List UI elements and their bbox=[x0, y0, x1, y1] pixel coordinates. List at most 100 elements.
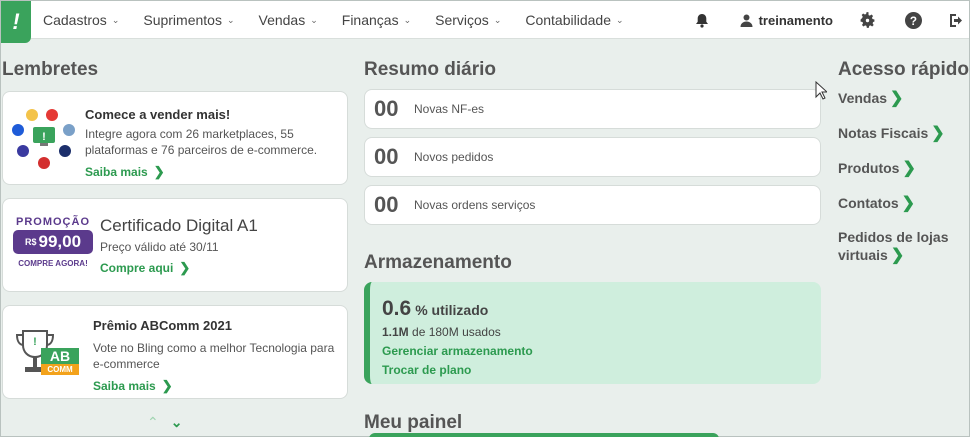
reminder-card-marketplaces: ! Comece a vender mais! Integre agora co… bbox=[2, 91, 348, 185]
chevron-down-icon: ⌄ bbox=[403, 14, 412, 25]
quick-link-produtos[interactable]: Produtos ❯ bbox=[838, 158, 916, 178]
summary-service-orders[interactable]: 00 Novas ordens serviços bbox=[364, 185, 821, 225]
storage-title: Armazenamento bbox=[364, 252, 512, 273]
user-icon bbox=[740, 14, 753, 27]
reminder-text: Vote no Bling como a melhor Tecnologia p… bbox=[93, 341, 335, 371]
manage-storage-link[interactable]: Gerenciar armazenamento bbox=[382, 344, 533, 358]
learn-more-link[interactable]: Saiba mais ❯ bbox=[85, 164, 165, 180]
abcomm-logo: ! AB COMM bbox=[15, 328, 81, 384]
my-panel-bar bbox=[369, 433, 719, 437]
chevron-down-icon: ⌄ bbox=[226, 14, 235, 25]
menu-label: Vendas bbox=[258, 12, 306, 28]
gear-icon[interactable] bbox=[857, 10, 877, 30]
summary-count: 00 bbox=[374, 144, 399, 169]
reminder-card-certificate: PROMOÇÃO R$ 99,00 COMPRE AGORA! Certific… bbox=[2, 198, 348, 292]
main-menu: Cadastros ⌄ Suprimentos ⌄ Vendas ⌄ Finanças… bbox=[43, 12, 624, 28]
link-label: Compre aqui bbox=[100, 261, 174, 275]
quick-link-label: Notas Fiscais bbox=[838, 125, 929, 141]
promo-price: 99,00 bbox=[38, 232, 82, 251]
summary-label: Novos pedidos bbox=[414, 150, 494, 164]
chevron-right-icon: ❯ bbox=[931, 125, 945, 142]
abcomm-ab: AB bbox=[41, 348, 79, 364]
reminder-title: Certificado Digital A1 bbox=[100, 216, 258, 235]
quick-link-label: Produtos bbox=[838, 160, 900, 176]
user-menu[interactable]: treinamento bbox=[740, 13, 833, 28]
summary-label: Novas NF-es bbox=[414, 102, 485, 116]
menu-label: Serviços bbox=[435, 12, 489, 28]
quick-link-pedidos-lojas-virtuais[interactable]: Pedidos de lojas virtuais ❯ bbox=[838, 228, 963, 265]
promo-badge: PROMOÇÃO R$ 99,00 COMPRE AGORA! bbox=[13, 216, 93, 268]
summary-count: 00 bbox=[374, 96, 399, 121]
reminders-title: Lembretes bbox=[2, 59, 99, 80]
change-plan-link[interactable]: Trocar de plano bbox=[382, 363, 471, 377]
reminder-card-award: ! AB COMM Prêmio ABComm 2021 Vote no Bli… bbox=[2, 305, 348, 399]
menu-label: Contabilidade bbox=[525, 12, 611, 28]
chevron-down-icon: ⌄ bbox=[615, 14, 624, 25]
summary-count: 00 bbox=[374, 192, 399, 217]
summary-nfes[interactable]: 00 Novas NF-es bbox=[364, 89, 821, 129]
chevron-down-icon: ⌄ bbox=[493, 14, 502, 25]
menu-label: Cadastros bbox=[43, 12, 107, 28]
menu-vendas[interactable]: Vendas ⌄ bbox=[259, 12, 318, 28]
menu-label: Suprimentos bbox=[143, 12, 222, 28]
reminder-title: Comece a vender mais! bbox=[85, 107, 231, 122]
reminder-text: Preço válido até 30/11 bbox=[100, 240, 219, 254]
quick-link-label: Vendas bbox=[838, 90, 888, 106]
chevron-right-icon: ❯ bbox=[902, 160, 916, 177]
chevron-right-icon: ❯ bbox=[890, 90, 904, 107]
menu-servicos[interactable]: Serviços ⌄ bbox=[435, 12, 501, 28]
logo-mark: ! bbox=[12, 9, 20, 34]
chevron-down-icon[interactable]: ⌄ bbox=[171, 414, 183, 431]
chevron-right-icon: ❯ bbox=[890, 247, 905, 264]
storage-percent: 0.6 bbox=[382, 297, 412, 320]
menu-financas[interactable]: Finanças ⌄ bbox=[342, 12, 411, 28]
chevron-right-icon: ❯ bbox=[901, 195, 916, 212]
summary-orders[interactable]: 00 Novos pedidos bbox=[364, 137, 821, 177]
chevron-down-icon: ⌄ bbox=[310, 14, 318, 25]
reminders-pager: ⌃ ⌄ bbox=[147, 414, 182, 431]
learn-more-link[interactable]: Saiba mais ❯ bbox=[93, 378, 173, 394]
chevron-right-icon: ❯ bbox=[161, 378, 173, 393]
bell-icon[interactable] bbox=[692, 10, 712, 30]
quick-access-title: Acesso rápido bbox=[838, 59, 969, 80]
storage-used-suffix: de 180M usados bbox=[412, 325, 501, 339]
reminder-text: Integre agora com 26 marketplaces, 55 pl… bbox=[85, 127, 318, 157]
promo-cta: COMPRE AGORA! bbox=[18, 259, 88, 268]
buy-here-link[interactable]: Compre aqui ❯ bbox=[100, 260, 190, 276]
quick-link-contatos[interactable]: Contatos ❯ bbox=[838, 193, 915, 213]
link-label: Saiba mais bbox=[85, 165, 148, 179]
username: treinamento bbox=[758, 12, 833, 28]
app-logo[interactable]: ! bbox=[1, 1, 31, 43]
quick-link-label: Contatos bbox=[838, 195, 899, 211]
abcomm-comm: COMM bbox=[41, 364, 79, 375]
promo-currency: R$ bbox=[24, 237, 37, 247]
menu-cadastros[interactable]: Cadastros ⌄ bbox=[43, 12, 119, 28]
top-navigation-bar: ! Cadastros ⌄ Suprimentos ⌄ Vendas ⌄ Finanç… bbox=[1, 1, 969, 43]
menu-contabilidade[interactable]: Contabilidade ⌄ bbox=[525, 12, 623, 28]
mouse-cursor-icon bbox=[815, 81, 827, 100]
storage-used: 1.1M bbox=[382, 325, 409, 339]
chevron-right-icon: ❯ bbox=[179, 260, 191, 275]
quick-link-notas-fiscais[interactable]: Notas Fiscais ❯ bbox=[838, 123, 945, 143]
chevron-up-icon[interactable]: ⌃ bbox=[147, 414, 159, 431]
top-right-actions: treinamento ? bbox=[692, 10, 969, 30]
quick-link-vendas[interactable]: Vendas ❯ bbox=[838, 88, 903, 108]
daily-summary-title: Resumo diário bbox=[364, 59, 496, 80]
logout-icon[interactable] bbox=[947, 10, 967, 30]
chevron-right-icon: ❯ bbox=[153, 164, 165, 179]
integrations-illustration: ! bbox=[12, 109, 75, 169]
chevron-down-icon: ⌄ bbox=[111, 14, 120, 25]
storage-card: 0.6 % utilizado 1.1M de 180M usados Gere… bbox=[364, 282, 821, 384]
storage-percent-label: % utilizado bbox=[415, 302, 489, 318]
link-label: Saiba mais bbox=[93, 379, 156, 393]
svg-text:!: ! bbox=[33, 336, 37, 348]
help-icon[interactable]: ? bbox=[903, 10, 923, 30]
my-panel-title: Meu painel bbox=[364, 412, 463, 433]
svg-text:!: ! bbox=[42, 131, 46, 143]
promo-label: PROMOÇÃO bbox=[16, 216, 90, 228]
menu-label: Finanças bbox=[341, 12, 399, 28]
promo-price-box: R$ 99,00 bbox=[13, 230, 93, 254]
menu-suprimentos[interactable]: Suprimentos ⌄ bbox=[143, 12, 234, 28]
svg-text:?: ? bbox=[909, 14, 916, 27]
summary-label: Novas ordens serviços bbox=[414, 198, 536, 212]
